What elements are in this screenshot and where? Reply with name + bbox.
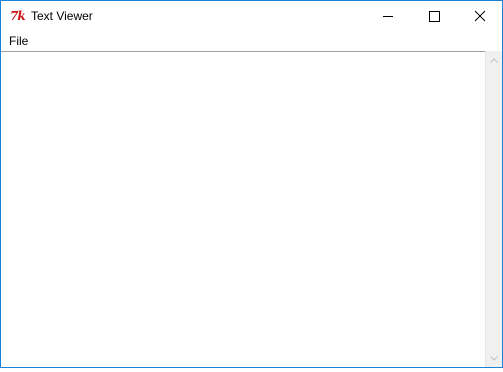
minimize-icon bbox=[383, 16, 393, 17]
close-icon bbox=[474, 10, 486, 22]
scroll-down-button[interactable] bbox=[486, 350, 502, 367]
maximize-button[interactable] bbox=[411, 1, 457, 31]
minimize-button[interactable] bbox=[365, 1, 411, 31]
text-area[interactable] bbox=[1, 51, 485, 367]
title-bar[interactable]: 7k Text Viewer bbox=[1, 1, 502, 31]
scroll-up-button[interactable] bbox=[486, 52, 502, 69]
app-icon: 7k bbox=[10, 9, 26, 23]
window-title: Text Viewer bbox=[31, 9, 93, 23]
app-window: 7k Text Viewer File bbox=[0, 0, 503, 368]
menu-bar: File bbox=[1, 31, 502, 51]
vertical-scrollbar[interactable] bbox=[485, 51, 502, 367]
close-button[interactable] bbox=[457, 1, 503, 31]
menu-item-file[interactable]: File bbox=[8, 34, 29, 48]
chevron-up-icon bbox=[490, 58, 498, 63]
chevron-down-icon bbox=[490, 356, 498, 361]
maximize-icon bbox=[429, 11, 440, 22]
